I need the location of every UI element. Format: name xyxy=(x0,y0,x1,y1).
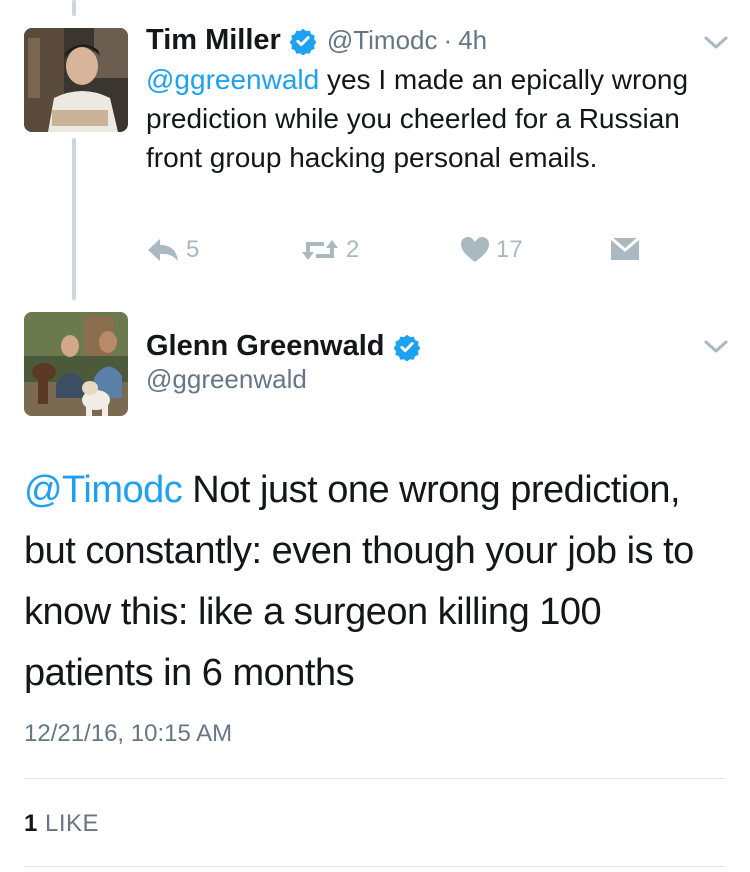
reply-time[interactable]: 4h xyxy=(458,25,487,56)
reply-button[interactable]: 5 xyxy=(146,236,199,264)
likes-count: 1 xyxy=(24,810,38,837)
main-tweet-text: @Timodc Not just one wrong prediction, b… xyxy=(24,460,734,704)
main-display-name[interactable]: Glenn Greenwald xyxy=(146,330,385,363)
like-button[interactable]: 17 xyxy=(460,236,523,264)
divider-bottom xyxy=(24,866,726,867)
retweet-count: 2 xyxy=(346,236,360,263)
reply-author-row: Tim Miller @Timodc · 4h xyxy=(146,24,487,57)
retweet-icon xyxy=(302,240,338,260)
avatar-tim-miller[interactable] xyxy=(24,28,128,132)
thread-line-top xyxy=(72,0,76,16)
dm-envelope-icon xyxy=(610,236,640,260)
reply-display-name[interactable]: Tim Miller xyxy=(146,24,281,57)
divider-top xyxy=(24,778,726,779)
reply-tweet-text: @ggreenwald yes I made an epically wrong… xyxy=(146,60,726,177)
heart-icon xyxy=(461,237,489,262)
like-count: 17 xyxy=(496,236,523,263)
reply-mention-link[interactable]: @ggreenwald xyxy=(146,64,319,95)
thread-line-connector xyxy=(72,138,76,300)
chevron-down-icon[interactable] xyxy=(702,338,730,356)
retweet-button[interactable]: 2 xyxy=(300,236,359,264)
likes-summary[interactable]: 1 LIKE xyxy=(24,810,99,838)
reply-icon xyxy=(148,239,178,261)
main-author-name-row: Glenn Greenwald xyxy=(146,330,421,363)
verified-badge-icon xyxy=(289,28,317,55)
dm-button[interactable] xyxy=(610,236,646,262)
reply-action-bar: 5 2 17 xyxy=(140,236,660,270)
likes-label: LIKE xyxy=(45,810,100,837)
main-timestamp[interactable]: 12/21/16, 10:15 AM xyxy=(24,720,232,748)
main-mention-link[interactable]: @Timodc xyxy=(24,469,183,511)
avatar-glenn-greenwald[interactable] xyxy=(24,312,128,416)
separator-dot: · xyxy=(443,25,453,55)
reply-handle[interactable]: @Timodc xyxy=(327,25,438,56)
reply-count: 5 xyxy=(186,236,200,263)
chevron-down-icon[interactable] xyxy=(702,34,730,52)
verified-badge-icon xyxy=(393,334,420,361)
main-handle[interactable]: @ggreenwald xyxy=(146,364,307,395)
